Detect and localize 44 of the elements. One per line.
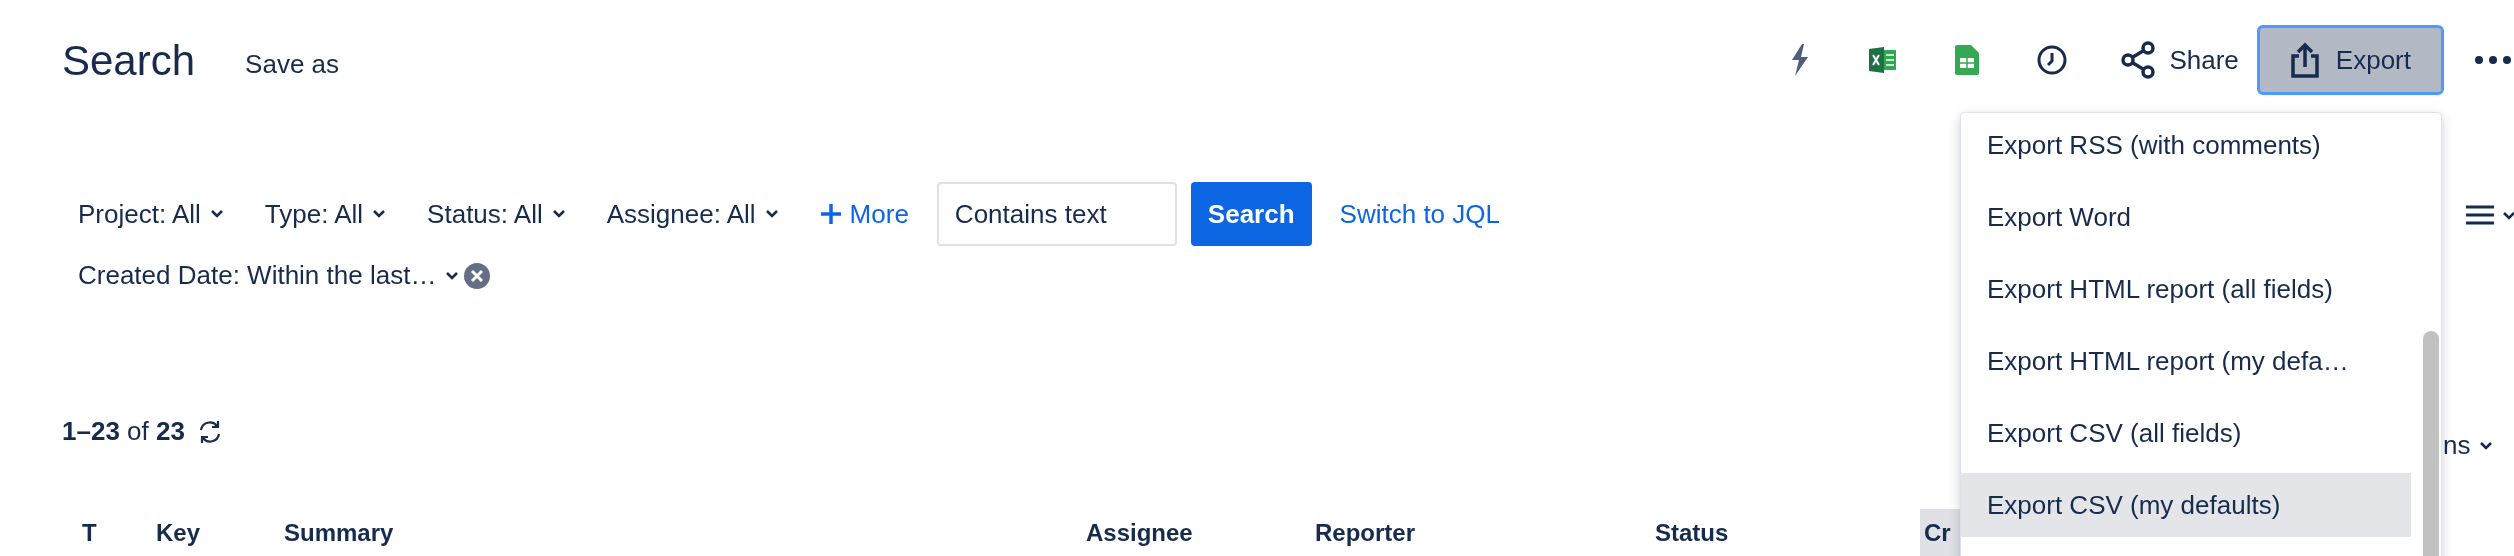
share-icon	[2119, 41, 2158, 79]
save-as-button[interactable]: Save as	[245, 44, 340, 84]
share-button[interactable]: Share	[2119, 40, 2239, 80]
chevron-icon	[371, 208, 388, 220]
filter-dropdown[interactable]: Project: All	[78, 194, 225, 234]
chevron-icon[interactable]	[2502, 210, 2514, 222]
menu-item[interactable]: Export HTML report (my defa…	[1961, 329, 2411, 393]
menu-item[interactable]: Export CSV (my defaults)	[1961, 473, 2411, 537]
chevron-icon	[550, 208, 567, 220]
chevron-icon	[763, 208, 780, 220]
spreadsheet-icon[interactable]	[1955, 45, 1980, 75]
more-icon[interactable]	[2474, 55, 2514, 65]
filter-dropdown[interactable]: Created Date: Within the last…	[78, 256, 461, 295]
upload-icon	[2289, 42, 2320, 78]
scrollbar[interactable]	[2423, 331, 2439, 556]
text-search-field[interactable]: Contains text	[936, 182, 1177, 246]
column-header[interactable]: Summary	[264, 509, 1066, 556]
menu-item[interactable]: Export CSV (all fields)	[1961, 401, 2411, 465]
switch-to-jql-link[interactable]: Switch to JQL	[1339, 194, 1500, 234]
spreadsheet-icon[interactable]	[1869, 47, 1898, 73]
chevron-icon	[444, 269, 461, 282]
menu-item[interactable]: Export HTML report (all fields)	[1961, 257, 2411, 321]
column-header[interactable]: Reporter	[1295, 509, 1635, 556]
export-button[interactable]: Export	[2256, 25, 2444, 95]
column-header[interactable]: Assignee	[1066, 509, 1295, 556]
menu-item[interactable]: Export RSS (with comments)	[1961, 113, 2411, 177]
column-header[interactable]: Status	[1635, 509, 1920, 556]
filter-dropdown[interactable]: Type: All	[264, 194, 388, 234]
clock-icon[interactable]	[2037, 45, 2068, 75]
filter-dropdown[interactable]: Status: All	[427, 194, 567, 234]
menu-item[interactable]: Export Word	[1961, 185, 2411, 249]
result-count: 1–23 of 23	[62, 415, 185, 448]
chevron-icon	[2478, 439, 2495, 452]
plus-icon	[819, 203, 842, 225]
more-button[interactable]: More	[819, 194, 909, 234]
column-header[interactable]: T	[62, 509, 136, 556]
page-title: Search	[62, 35, 196, 86]
clear-icon[interactable]	[464, 262, 491, 289]
chevron-icon	[208, 208, 225, 220]
search-button[interactable]: Search	[1190, 182, 1312, 246]
column-header[interactable]: Key	[136, 509, 264, 556]
list-view-icon[interactable]	[2466, 204, 2494, 226]
columns-button[interactable]: ns	[2443, 426, 2495, 465]
filter-dropdown[interactable]: Assignee: All	[606, 194, 780, 234]
